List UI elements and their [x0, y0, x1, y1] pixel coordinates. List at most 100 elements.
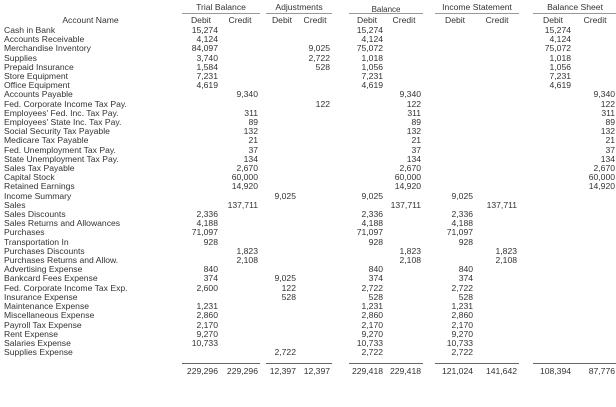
is-debit-cell — [435, 90, 475, 99]
tb-debit-cell — [182, 182, 220, 191]
is-debit-header: Debit — [445, 15, 466, 25]
bs-debit-cell — [533, 302, 573, 311]
tb-credit-cell: 137,711 — [227, 200, 258, 210]
adj-debit-cell: 9,025 — [274, 191, 296, 201]
adj-credit-cell — [298, 81, 332, 90]
is-debit-cell: 374 — [458, 274, 474, 284]
bs-credit-cell: 89 — [605, 118, 616, 128]
adj-credit-cell — [298, 155, 332, 164]
adj-debit-cell — [266, 302, 298, 311]
table-row: Social Security Tax Payable 132 132 132 — [3, 127, 616, 136]
total-atb-credit: 229,418 — [385, 363, 424, 379]
total-bs-credit: 87,776 — [573, 363, 616, 379]
section-adjustments: Adjustments — [266, 0, 333, 14]
is-debit-cell: 2,722 — [451, 348, 474, 358]
table-row: Retained Earnings 14,920 14,920 14,920 — [3, 182, 616, 191]
account-name-cell: Insurance Expense — [4, 292, 78, 302]
account-name-cell: Accounts Receivable — [4, 35, 85, 45]
tb-credit-cell — [220, 339, 260, 348]
table-row: Sales Discounts 2,336 2,336 2,336 — [3, 210, 616, 219]
table-row: Purchases Returns and Allow. 2,108 2,108 2,… — [3, 256, 616, 265]
adj-debit-cell — [266, 100, 298, 109]
worksheet-body: Cash in Bank 15,274 15,274 15,274 Accounts R… — [3, 26, 616, 357]
tb-credit-cell — [220, 284, 260, 293]
bs-debit-cell — [533, 238, 573, 247]
bs-debit-cell — [533, 146, 573, 155]
table-row: Income Summary 9,025 9,025 9,025 — [3, 192, 616, 201]
table-row: Fed. Unemployment Tax Pay. 37 37 37 — [3, 146, 616, 155]
tb-debit-cell — [182, 100, 220, 109]
tb-debit-cell — [182, 90, 220, 99]
tb-debit-cell — [182, 201, 220, 210]
is-credit-cell — [475, 81, 519, 90]
is-debit-cell — [435, 127, 475, 136]
tb-credit-cell: 89 — [248, 118, 258, 128]
adj-debit-cell — [266, 173, 298, 182]
account-name-cell: Rent Expense — [4, 329, 58, 339]
bs-debit-cell: 75,072 — [544, 44, 572, 54]
adj-debit-cell — [266, 54, 298, 63]
total-tb-credit: 229,296 — [220, 363, 260, 379]
account-name-header: Account Name — [62, 15, 119, 25]
account-name-cell: Employees' State Inc. Tax Pay. — [4, 118, 122, 128]
is-credit-cell — [475, 164, 519, 173]
column-header-row: Account Name Debit Credit Debit Credit D… — [3, 14, 616, 27]
bs-credit-cell — [573, 201, 616, 210]
total-atb-debit: 229,418 — [349, 363, 386, 379]
atb-credit-cell — [385, 81, 423, 90]
bs-debit-cell — [533, 348, 573, 357]
bs-debit-cell — [533, 293, 573, 302]
bs-credit-cell — [573, 330, 616, 339]
is-credit-cell: 137,711 — [486, 200, 518, 210]
tb-credit-cell: 134 — [243, 154, 258, 164]
account-name-cell: State Unemployment Tax Pay. — [4, 154, 119, 164]
atb-credit-header: Credit — [392, 15, 416, 25]
account-name-cell: Fed. Unemployment Tax Pay. — [4, 145, 116, 155]
tb-credit-cell: 311 — [244, 108, 258, 118]
adj-debit-cell — [266, 238, 298, 247]
adj-credit-cell — [298, 136, 332, 145]
tb-debit-cell — [182, 155, 220, 164]
adj-credit-cell — [298, 330, 332, 339]
bs-debit-cell — [533, 265, 573, 274]
adj-debit-cell — [266, 146, 298, 155]
adj-debit-cell: 528 — [281, 292, 296, 302]
bs-credit-cell — [573, 72, 616, 81]
is-credit-cell — [475, 146, 519, 155]
adj-credit-cell — [298, 146, 332, 155]
is-debit-cell — [435, 44, 475, 53]
bs-debit-cell — [533, 284, 573, 293]
adj-debit-cell — [266, 35, 298, 44]
bs-credit-cell — [573, 311, 616, 320]
tb-credit-cell — [220, 44, 260, 53]
is-credit-cell — [475, 238, 519, 247]
bs-debit-cell — [533, 118, 573, 127]
adj-credit-cell — [298, 90, 332, 99]
adj-debit-cell — [266, 109, 298, 118]
account-name-cell: Prepaid Insurance — [4, 62, 74, 72]
account-name-cell: Merchandise Inventory — [4, 44, 91, 54]
account-name-cell: Purchases Discounts — [4, 246, 85, 256]
atb-credit-cell: 2,670 — [399, 164, 422, 174]
is-credit-cell — [475, 192, 519, 201]
tb-debit-cell: 71,097 — [191, 228, 218, 238]
account-name-cell: Bankcard Fees Expense — [4, 274, 98, 284]
atb-debit-cell: 928 — [368, 237, 384, 247]
table-row: Miscellaneous Expense 2,860 2,860 2,860 — [3, 311, 616, 320]
is-debit-cell — [435, 256, 475, 265]
table-row: Sales Returns and Allowances 4,188 4,188 4,… — [3, 219, 616, 228]
is-credit-cell — [475, 136, 519, 145]
tb-debit-cell — [182, 127, 220, 136]
tb-debit-cell: 374 — [203, 274, 218, 284]
account-name-cell: Social Security Tax Payable — [4, 127, 110, 137]
atb-debit-cell — [349, 118, 385, 127]
bs-credit-cell — [573, 238, 616, 247]
atb-debit-cell: 75,072 — [356, 44, 384, 54]
tb-credit-cell — [220, 219, 260, 228]
is-credit-cell — [475, 63, 519, 72]
tb-debit-cell: 2,170 — [196, 320, 218, 330]
adj-credit-cell — [298, 339, 332, 348]
tb-credit-cell: 14,920 — [231, 182, 258, 192]
bs-debit-cell — [533, 219, 573, 228]
tb-credit-cell — [220, 72, 260, 81]
